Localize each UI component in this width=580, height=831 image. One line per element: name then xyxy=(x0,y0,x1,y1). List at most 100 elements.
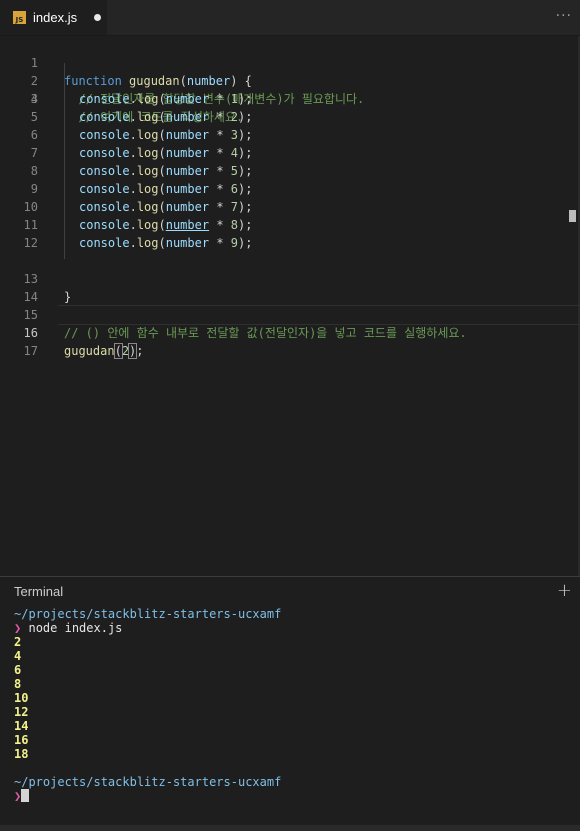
punct: ); xyxy=(238,128,253,142)
punct: . xyxy=(129,182,137,196)
punct: ( xyxy=(113,343,123,359)
terminal-output-line: 18 xyxy=(14,747,29,761)
terminal-panel[interactable]: Terminal + ~/projects/stackblitz-starter… xyxy=(0,576,580,831)
punct: ( xyxy=(158,236,166,250)
line-number: 9 xyxy=(30,182,38,196)
terminal-output-line: 10 xyxy=(14,691,29,705)
tab-index-js[interactable]: JS index.js xyxy=(0,0,107,35)
code-line[interactable]: 15 // () 안에 함수 내부로 전달할 값(전달인자)을 넣고 코드를 실… xyxy=(0,288,580,340)
more-actions-icon[interactable]: ··· xyxy=(556,8,572,24)
log-method: log xyxy=(136,128,159,142)
punct: ); xyxy=(238,182,253,196)
terminal-input-line[interactable]: ❯ xyxy=(14,789,30,803)
code-line[interactable]: 6 console.log(number * 3); xyxy=(0,126,580,144)
punct: ( xyxy=(158,146,166,160)
code-line[interactable]: 3 // 여기에 코드를 작성하세요. xyxy=(0,72,580,124)
code-line[interactable]: 1 function gugudan(number) { xyxy=(0,36,580,88)
punct: ( xyxy=(158,182,166,196)
code-line-current[interactable]: 16 gugudan(2); xyxy=(0,306,580,359)
punct: ( xyxy=(158,128,166,142)
log-method: log xyxy=(136,92,159,106)
status-bar xyxy=(0,825,580,831)
code-line[interactable]: 17 xyxy=(0,324,580,358)
operator: * xyxy=(209,110,231,124)
operator: * xyxy=(209,236,231,250)
punct: . xyxy=(129,218,137,232)
terminal-path: ~/projects/stackblitz-starters-ucxamf xyxy=(14,607,282,621)
log-method: log xyxy=(136,110,159,124)
console-object: console xyxy=(79,146,130,160)
tab-label: index.js xyxy=(33,10,78,25)
code-line[interactable]: 9 console.log(number * 6); xyxy=(0,180,580,198)
operator: * xyxy=(209,92,231,106)
code-editor[interactable]: 1 function gugudan(number) { 2 // 전달인자를 … xyxy=(0,36,580,576)
terminal-output-line: 16 xyxy=(14,733,29,747)
line-number: 12 xyxy=(23,236,38,250)
log-method: log xyxy=(136,146,159,160)
number-variable: number xyxy=(165,182,210,196)
punct: ); xyxy=(238,146,253,160)
punct: ( xyxy=(158,110,166,124)
number-variable: number xyxy=(165,164,210,178)
code-line[interactable]: 4 console.log(number * 1); xyxy=(0,90,580,108)
console-object: console xyxy=(79,110,130,124)
line-number: 10 xyxy=(23,200,38,214)
terminal-output-line: 14 xyxy=(14,719,29,733)
console-object: console xyxy=(79,218,130,232)
punct: ); xyxy=(238,236,253,250)
code-line[interactable]: 13 } xyxy=(0,252,580,304)
console-object: console xyxy=(79,236,130,250)
code-line[interactable]: 11 console.log(number * 8); xyxy=(0,216,580,234)
number-variable: number xyxy=(165,146,210,160)
terminal-title: Terminal xyxy=(14,584,64,599)
number-variable: number xyxy=(165,110,210,124)
code-line[interactable]: 8 console.log(number * 5); xyxy=(0,162,580,180)
operator: * xyxy=(209,200,231,214)
code-line[interactable]: 2 // 전달인자를 할당할 변수(매개변수)가 필요합니다. xyxy=(0,54,580,106)
multiplier: 7 xyxy=(230,200,239,214)
multiplier: 2 xyxy=(230,110,239,124)
console-object: console xyxy=(79,92,130,106)
log-method: log xyxy=(136,236,159,250)
log-method: log xyxy=(136,218,159,232)
add-terminal-plus-icon[interactable]: + xyxy=(557,580,572,601)
multiplier: 9 xyxy=(230,236,239,250)
punct: ); xyxy=(238,218,253,232)
punct: ); xyxy=(238,200,253,214)
console-object: console xyxy=(79,164,130,178)
terminal-output-line: 2 xyxy=(14,635,22,649)
punct: . xyxy=(129,92,137,106)
argument: 2 xyxy=(121,344,130,358)
terminal-command: node index.js xyxy=(28,621,123,635)
punct: . xyxy=(129,128,137,142)
punct: ); xyxy=(238,92,253,106)
code-line[interactable]: 7 console.log(number * 4); xyxy=(0,144,580,162)
number-variable: number xyxy=(165,200,210,214)
line-number: 6 xyxy=(30,128,38,142)
line-number: 4 xyxy=(30,92,38,106)
line-number: 8 xyxy=(30,164,38,178)
number-variable: number xyxy=(165,236,210,250)
terminal-cursor xyxy=(21,789,30,802)
log-method: log xyxy=(136,182,159,196)
operator: * xyxy=(209,164,231,178)
punct: . xyxy=(129,110,137,124)
terminal-output-line: 4 xyxy=(14,649,22,663)
multiplier: 8 xyxy=(230,218,239,232)
code-line[interactable]: 10 console.log(number * 7); xyxy=(0,198,580,216)
punct: ); xyxy=(238,110,253,124)
code-line[interactable]: 12 console.log(number * 9); xyxy=(0,234,580,252)
punct: . xyxy=(129,200,137,214)
number-variable: number xyxy=(165,92,210,106)
multiplier: 1 xyxy=(230,92,239,106)
punct: . xyxy=(129,146,137,160)
code-line[interactable]: 14 xyxy=(0,270,580,304)
code-line[interactable]: 5 console.log(number * 2); xyxy=(0,108,580,126)
log-method: log xyxy=(136,200,159,214)
operator: * xyxy=(209,146,231,160)
terminal-output-line: 12 xyxy=(14,705,29,719)
operator: * xyxy=(209,218,231,232)
line-number: 17 xyxy=(23,344,38,358)
unsaved-changes-dot-icon[interactable] xyxy=(94,14,101,21)
multiplier: 3 xyxy=(230,128,239,142)
